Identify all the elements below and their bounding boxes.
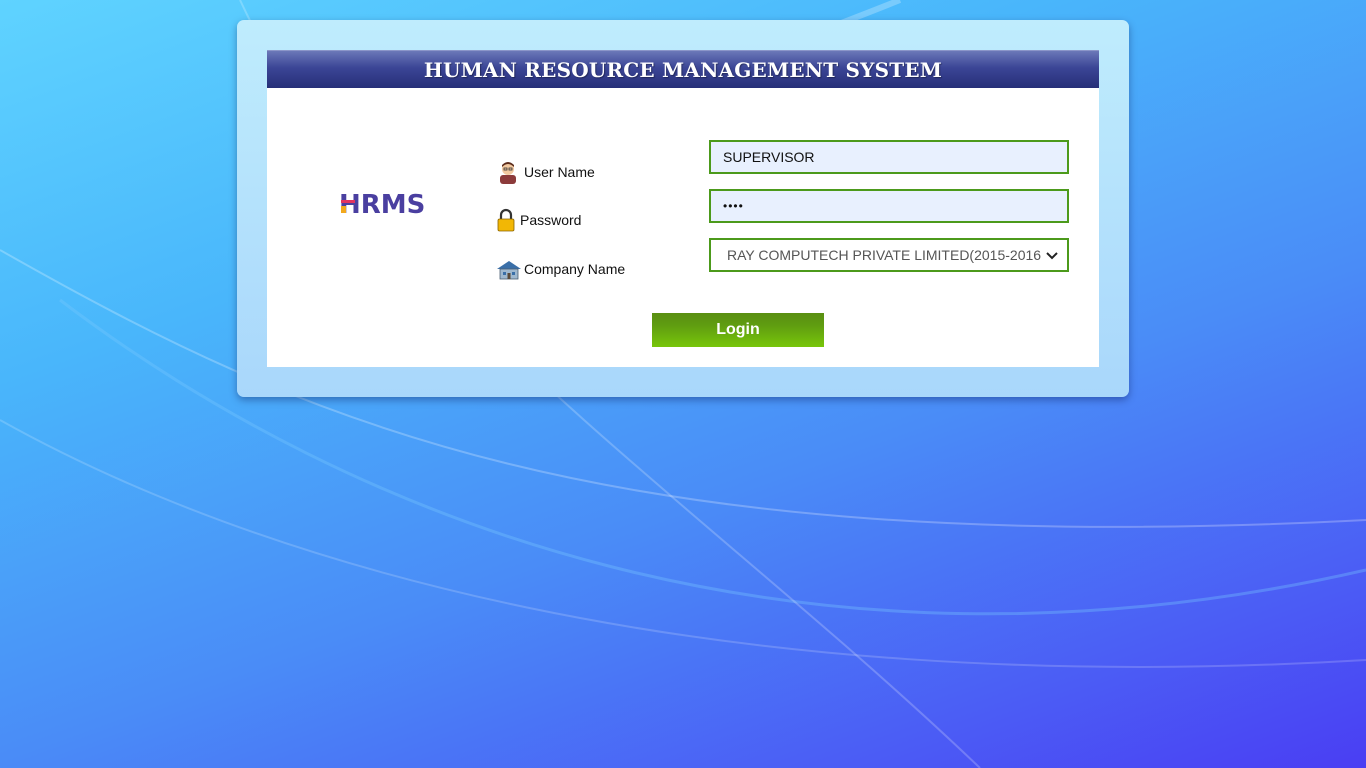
company-select-value: RAY COMPUTECH PRIVATE LIMITED(2015-2016): [727, 247, 1041, 263]
company-label-row: Company Name: [496, 257, 625, 281]
building-icon: [496, 257, 521, 281]
user-avatar-icon: [496, 160, 520, 184]
hrms-logo: HRMS: [339, 188, 429, 220]
username-label: User Name: [524, 164, 595, 180]
password-field[interactable]: ••••: [709, 189, 1069, 223]
password-label-row: Password: [496, 208, 581, 232]
password-mask: ••••: [723, 199, 744, 213]
header-bar: HUMAN RESOURCE MANAGEMENT SYSTEM: [267, 50, 1099, 88]
chevron-down-icon: [1046, 252, 1058, 260]
password-label: Password: [520, 212, 582, 228]
page-title: HUMAN RESOURCE MANAGEMENT SYSTEM: [423, 57, 943, 82]
company-select[interactable]: RAY COMPUTECH PRIVATE LIMITED(2015-2016): [709, 238, 1069, 272]
hrms-logo-text: HRMS: [339, 190, 425, 218]
login-card: HUMAN RESOURCE MANAGEMENT SYSTEM HRMS Us: [237, 20, 1129, 397]
padlock-icon: [496, 208, 516, 232]
username-label-row: User Name: [496, 160, 595, 184]
company-label: Company Name: [524, 261, 626, 277]
login-button[interactable]: Login: [652, 313, 824, 347]
username-field[interactable]: [709, 140, 1069, 174]
login-panel: HUMAN RESOURCE MANAGEMENT SYSTEM HRMS Us: [267, 50, 1099, 367]
hrms-logo-mark: HRMS: [339, 190, 425, 220]
